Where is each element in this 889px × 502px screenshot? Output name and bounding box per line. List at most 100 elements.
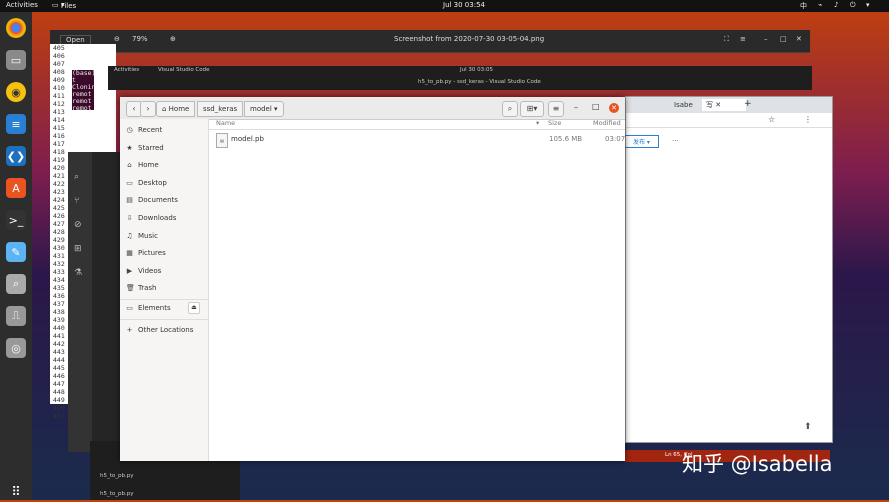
forward-button[interactable]: ›	[140, 101, 156, 117]
search-icon[interactable]: ⌕	[74, 172, 79, 182]
search-button[interactable]: ⌕	[502, 101, 518, 117]
volume-icon[interactable]: ♪	[834, 1, 838, 9]
terminal-output-line: remot	[72, 91, 92, 98]
input-method-icon[interactable]: 中	[800, 1, 807, 11]
files-app-menu[interactable]: ▭ Files ▾	[52, 1, 76, 10]
minimize-icon[interactable]: –	[764, 35, 768, 43]
vscode-icon[interactable]: ❮❯	[6, 146, 26, 166]
modified-column-header[interactable]: Modified	[593, 119, 621, 127]
chrome-active-tab[interactable]: 写 ✕	[702, 99, 746, 111]
sidebar-item-other-locations[interactable]: + Other Locations	[126, 323, 194, 337]
desktop-icon: ▭	[126, 178, 133, 187]
sidebar-item-label: Trash	[138, 284, 157, 293]
terminal-line-number: 414	[53, 116, 65, 124]
file-manager-sidebar: ◷ Recent ★ Starred ⌂ Home ▭ Desktop ▤ Documents ⇩ D…	[120, 119, 209, 461]
terminal-icon[interactable]: >_	[6, 210, 26, 230]
search-icon[interactable]: ⌕	[6, 274, 26, 294]
breadcrumb-ssd-keras[interactable]: ssd_keras	[197, 101, 244, 117]
source-control-icon[interactable]: ⑂	[74, 196, 79, 206]
breadcrumb-model[interactable]: model ▾	[244, 101, 284, 117]
system-menu-icon[interactable]: ▾	[866, 1, 870, 9]
document-icon: ▤	[126, 196, 133, 205]
more-icon[interactable]: ···	[672, 137, 679, 145]
eject-icon[interactable]: ⏏	[188, 302, 200, 314]
sidebar-divider	[120, 319, 208, 320]
chrome-icon[interactable]	[6, 18, 26, 38]
disk-icon[interactable]: ◎	[6, 338, 26, 358]
power-icon[interactable]: ⏻	[850, 1, 856, 10]
file-icon: ▤	[216, 133, 228, 148]
sidebar-item-label: Videos	[138, 266, 162, 275]
zoom-in-icon[interactable]: ⊕	[170, 35, 176, 43]
sidebar-item-desktop[interactable]: ▭ Desktop	[126, 176, 167, 190]
sidebar-item-starred[interactable]: ★ Starred	[126, 141, 163, 155]
sidebar-item-elements[interactable]: ▭ Elements	[126, 301, 171, 315]
terminal-line-number: 417	[53, 140, 65, 148]
writer-icon[interactable]: ≡	[6, 114, 26, 134]
size-column-header[interactable]: Size	[548, 119, 561, 127]
home-icon: ⌂	[127, 161, 132, 170]
inner-app-menu: Visual Studio Code	[158, 67, 210, 73]
rhythmbox-icon[interactable]: ◉	[6, 82, 26, 102]
breadcrumb-home[interactable]: ⌂ Home	[156, 101, 196, 117]
sidebar-item-label: Recent	[138, 126, 163, 134]
close-icon[interactable]: ✕	[796, 35, 802, 43]
pictures-icon: ▦	[126, 249, 133, 258]
files-icon[interactable]: ▭	[6, 50, 26, 70]
terminal-line-number: 415	[53, 124, 65, 132]
file-row[interactable]: ▤ model.pb 105.6 MB 03:07	[208, 133, 625, 148]
network-icon[interactable]: ⌁	[818, 1, 822, 9]
beaker-icon[interactable]: ⚗	[74, 268, 82, 278]
zoom-out-icon[interactable]: ⊖	[114, 35, 120, 43]
explorer-file[interactable]: h5_to_pb.py	[100, 491, 133, 497]
inner-activities: Activities	[114, 67, 140, 73]
text-editor-icon[interactable]: ✎	[6, 242, 26, 262]
menu-button[interactable]: ≡	[548, 101, 564, 117]
chrome-tab[interactable]: Isabe	[674, 101, 693, 109]
usb-drive-icon[interactable]: ⎍	[6, 306, 26, 326]
sidebar-item-label: Pictures	[138, 249, 166, 258]
sidebar-item-pictures[interactable]: ▦ Pictures	[126, 246, 166, 260]
explorer-file[interactable]: h5_to_pb.py	[100, 473, 133, 479]
debug-icon[interactable]: ⊘	[74, 220, 82, 230]
sidebar-divider	[120, 299, 208, 300]
file-size: 105.6 MB	[549, 135, 583, 143]
extensions-icon[interactable]: ⊞	[74, 244, 82, 254]
clock[interactable]: Jul 30 03:54	[443, 1, 485, 9]
back-to-top-icon[interactable]: ⬆	[804, 422, 812, 432]
chrome-menu-icon[interactable]: ⋮	[804, 115, 812, 124]
name-column-header[interactable]: Name	[216, 119, 235, 127]
file-manager-header: ‹ › ⌂ Home ssd_keras model ▾ ⌕ ⊞▾ ≡ – □ …	[120, 97, 625, 120]
sidebar-item-downloads[interactable]: ⇩ Downloads	[126, 211, 177, 225]
sidebar-item-videos[interactable]: ▶ Videos	[126, 264, 161, 278]
viewer-title: Screenshot from 2020-07-30 03-05-04.png	[394, 35, 545, 43]
menu-icon[interactable]: ≡	[740, 35, 746, 43]
vscode-activity-bar: ⌕ ⑂ ⊘ ⊞ ⚗	[68, 152, 92, 452]
sidebar-item-home[interactable]: ⌂ Home	[126, 158, 158, 172]
software-center-icon[interactable]: A	[6, 178, 26, 198]
sidebar-item-recent[interactable]: ◷ Recent	[126, 123, 162, 137]
terminal-output-line: (base) x	[72, 70, 94, 77]
terminal-line-number: 407	[53, 60, 65, 68]
inner-screenshot-header: Activities Visual Studio Code Jul 30 03:…	[108, 66, 812, 90]
minimize-icon[interactable]: –	[574, 103, 578, 112]
view-toggle-button[interactable]: ⊞▾	[520, 101, 544, 117]
name-sort-icon[interactable]: ▾	[536, 119, 539, 127]
maximize-icon[interactable]: □	[592, 102, 600, 111]
sidebar-item-label: Elements	[138, 304, 171, 312]
new-tab-icon[interactable]: +	[744, 99, 752, 109]
terminal-output-line: remot	[72, 105, 92, 112]
close-icon[interactable]: ✕	[609, 103, 619, 113]
publish-button[interactable]: 发布 ▾	[624, 135, 659, 148]
terminal-line-number: 405	[53, 44, 65, 52]
maximize-icon[interactable]: □	[780, 35, 787, 43]
sidebar-item-documents[interactable]: ▤ Documents	[126, 193, 178, 207]
sidebar-item-trash[interactable]: 🗑 Trash	[126, 281, 157, 295]
terminal-line-number: 416	[53, 132, 65, 140]
fullscreen-icon[interactable]: ⛶	[724, 35, 729, 44]
sidebar-item-music[interactable]: ♫ Music	[126, 229, 158, 243]
activities-button[interactable]: Activities	[6, 1, 38, 9]
show-apps-icon[interactable]: ⠿	[6, 482, 26, 502]
star-icon[interactable]: ☆	[768, 115, 775, 124]
zoom-level[interactable]: 79%	[132, 35, 148, 43]
